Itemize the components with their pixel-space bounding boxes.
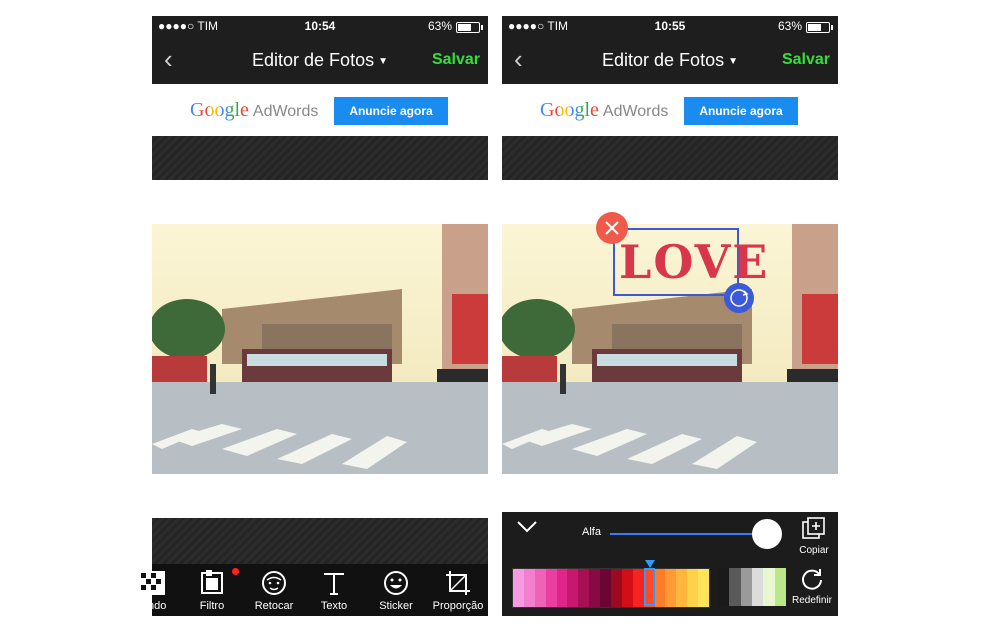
text-icon — [324, 573, 344, 595]
color-swatch[interactable] — [763, 568, 775, 606]
filter-icon — [201, 570, 223, 594]
pattern-icon — [139, 571, 165, 595]
color-swatch[interactable] — [567, 569, 579, 607]
copy-button[interactable]: Copiar — [794, 516, 834, 556]
color-swatch[interactable] — [718, 568, 730, 606]
gray-palette[interactable] — [718, 568, 786, 606]
tool-bar: ndo Filtro Retocar Texto Sticker Proporç… — [139, 564, 488, 616]
color-palette[interactable] — [512, 568, 710, 608]
copy-label: Copiar — [799, 545, 829, 556]
battery-percent: 63% — [777, 19, 802, 33]
color-swatch[interactable] — [513, 569, 524, 607]
tool-label: Proporção — [432, 600, 484, 612]
save-button[interactable]: Salvar — [782, 51, 830, 69]
color-swatch[interactable] — [600, 569, 612, 607]
ad-banner[interactable]: Google AdWords Anuncie agora — [152, 84, 488, 137]
color-swatch[interactable] — [534, 569, 546, 607]
screen-before: ●●●●○ TIM 10:54 63% ‹ Editor de Fotos ▼ S… — [139, 16, 488, 616]
tool-label: Sticker — [379, 600, 413, 612]
selected-color-marker — [645, 560, 655, 568]
adwords-text: AdWords — [602, 103, 669, 120]
color-swatch[interactable] — [665, 569, 677, 607]
ad-cta-button[interactable]: Anuncie agora — [684, 97, 798, 125]
battery-icon — [456, 22, 483, 33]
screen-after: ●●●●○ TIM 10:55 63% ‹ Editor de Fotos ▼ S… — [502, 16, 838, 616]
tool-pattern[interactable]: ndo — [122, 564, 182, 616]
color-swatch[interactable] — [589, 569, 601, 607]
close-icon — [605, 221, 619, 235]
battery-icon — [806, 22, 833, 33]
google-logo-text: Google — [540, 99, 599, 121]
status-bar: ●●●●○ TIM 10:55 63% — [502, 16, 838, 36]
google-adwords-logo: Google AdWords — [540, 99, 668, 122]
color-swatch[interactable] — [654, 569, 666, 607]
photo-canvas[interactable] — [152, 224, 488, 474]
caret-down-icon: ▼ — [378, 55, 388, 67]
color-swatch[interactable] — [698, 569, 710, 607]
rotate-sticker-handle[interactable] — [724, 283, 754, 313]
color-swatch[interactable] — [632, 569, 644, 607]
color-swatch[interactable] — [687, 569, 699, 607]
alpha-label: Alfa — [582, 526, 601, 538]
color-swatch[interactable] — [751, 568, 764, 606]
nav-bar: ‹ Editor de Fotos ▼ Salvar — [152, 36, 488, 84]
status-bar: ●●●●○ TIM 10:54 63% — [152, 16, 488, 36]
tool-aspect-ratio[interactable]: Proporção — [428, 564, 488, 616]
reset-button[interactable]: Redefinir — [786, 566, 838, 606]
ad-cta-button[interactable]: Anuncie agora — [334, 97, 448, 125]
tool-retouch[interactable]: Retocar — [244, 564, 304, 616]
alpha-slider-track[interactable] — [610, 533, 760, 535]
reset-label: Redefinir — [791, 595, 833, 606]
refresh-icon — [802, 569, 822, 590]
ad-spacer — [502, 136, 838, 180]
color-swatch[interactable] — [740, 568, 752, 606]
smiley-icon — [384, 571, 408, 595]
face-icon — [262, 571, 286, 595]
caret-down-icon: ▼ — [728, 55, 738, 67]
copy-icon — [802, 517, 825, 539]
street-photo — [152, 224, 488, 474]
sticker-frame[interactable]: LOVE — [613, 228, 767, 296]
color-swatch[interactable] — [545, 569, 557, 607]
chevron-down-icon[interactable] — [516, 520, 538, 534]
notification-dot — [232, 568, 239, 575]
color-swatch[interactable] — [621, 569, 633, 607]
delete-sticker-button[interactable] — [596, 212, 628, 244]
color-swatch[interactable] — [774, 568, 786, 606]
tool-label: Filtro — [199, 600, 225, 612]
tool-label: Retocar — [254, 600, 294, 612]
google-logo-text: Google — [190, 99, 249, 121]
color-swatch[interactable] — [611, 569, 622, 607]
selected-color-outline — [644, 568, 655, 606]
color-swatch[interactable] — [729, 568, 741, 606]
ad-banner[interactable]: Google AdWords Anuncie agora — [502, 84, 838, 137]
google-adwords-logo: Google AdWords — [190, 99, 318, 122]
sticker-editor-panel: Alfa Copiar Redefinir — [502, 512, 838, 616]
tool-sticker[interactable]: Sticker — [366, 564, 426, 616]
adwords-text: AdWords — [252, 103, 319, 120]
toolbar-spacer — [152, 518, 488, 564]
save-button[interactable]: Salvar — [432, 51, 480, 69]
color-swatch[interactable] — [556, 569, 568, 607]
color-swatch[interactable] — [523, 569, 535, 607]
crop-icon — [446, 571, 470, 595]
tool-filter[interactable]: Filtro — [182, 564, 242, 616]
battery-percent: 63% — [427, 19, 452, 33]
page-title: Editor de Fotos — [252, 50, 375, 70]
color-swatch[interactable] — [676, 569, 688, 607]
rotate-icon — [730, 289, 749, 307]
tool-text[interactable]: Texto — [304, 564, 364, 616]
page-title: Editor de Fotos — [602, 50, 725, 70]
alpha-slider-knob[interactable] — [752, 519, 782, 549]
ad-spacer — [152, 136, 488, 180]
nav-bar: ‹ Editor de Fotos ▼ Salvar — [502, 36, 838, 84]
tool-label: ndo — [148, 600, 167, 612]
tool-label: Texto — [320, 600, 348, 612]
color-swatch[interactable] — [578, 569, 590, 607]
